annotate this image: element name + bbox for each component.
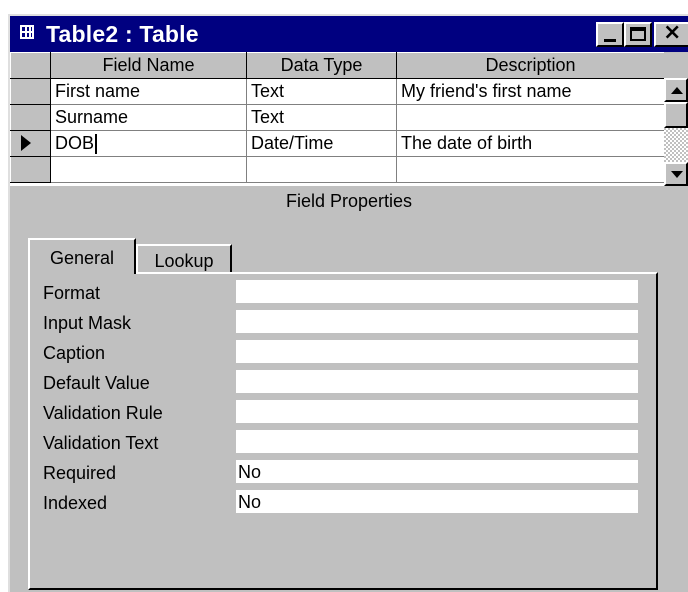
- data-type-cell[interactable]: Text: [246, 104, 397, 131]
- caption-field[interactable]: [236, 340, 638, 364]
- vertical-scrollbar[interactable]: [664, 52, 688, 186]
- required-field[interactable]: No: [236, 460, 638, 484]
- scroll-thumb[interactable]: [664, 102, 688, 128]
- property-label-validation-text: Validation Text: [43, 433, 159, 453]
- field-properties-title: Field Properties: [285, 191, 413, 211]
- tab-lookup[interactable]: Lookup: [136, 244, 232, 274]
- indexed-field[interactable]: No: [236, 490, 638, 514]
- input-mask-field[interactable]: [236, 310, 638, 334]
- field-name-text: DOB: [55, 132, 95, 153]
- validation-text-field[interactable]: [236, 430, 638, 454]
- table-row-new[interactable]: [10, 156, 665, 183]
- table-design-window: Table2 : Table × Field Name Data Type De…: [8, 14, 688, 592]
- description-cell[interactable]: [396, 156, 665, 183]
- field-grid: Field Name Data Type Description First n…: [10, 52, 688, 186]
- field-name-cell[interactable]: DOB: [50, 130, 247, 157]
- property-label-format: Format: [43, 283, 101, 303]
- maximize-icon: [630, 27, 646, 41]
- arrow-up-icon: [671, 87, 683, 94]
- property-label-required: Required: [43, 463, 117, 483]
- close-button[interactable]: ×: [654, 20, 688, 47]
- column-header-data-type[interactable]: Data Type: [246, 52, 397, 79]
- minimize-button[interactable]: [596, 22, 624, 47]
- scroll-down-button[interactable]: [664, 162, 688, 186]
- description-cell[interactable]: [396, 104, 665, 131]
- column-header-field-name[interactable]: Field Name: [50, 52, 247, 79]
- row-selector[interactable]: [10, 104, 51, 131]
- format-field[interactable]: [236, 280, 638, 304]
- minimize-icon: [604, 39, 616, 42]
- window-title: Table2 : Table: [46, 21, 199, 47]
- row-selector[interactable]: [10, 130, 51, 157]
- table-row-current[interactable]: DOB Date/Time The date of birth: [10, 130, 665, 157]
- select-all-corner[interactable]: [10, 52, 51, 79]
- data-type-cell[interactable]: Text: [246, 78, 397, 105]
- scroll-up-button[interactable]: [664, 78, 688, 102]
- property-label-indexed: Indexed: [43, 493, 108, 513]
- title-bar[interactable]: Table2 : Table ×: [10, 16, 688, 52]
- validation-rule-field[interactable]: [236, 400, 638, 424]
- arrow-down-icon: [671, 171, 683, 178]
- default-value-field[interactable]: [236, 370, 638, 394]
- table-row[interactable]: First name Text My friend's first name: [10, 78, 665, 105]
- property-label-caption: Caption: [43, 343, 106, 363]
- row-selector[interactable]: [10, 156, 51, 183]
- fields-table: Field Name Data Type Description First n…: [10, 52, 665, 183]
- maximize-button[interactable]: [624, 22, 652, 47]
- text-caret: [95, 134, 98, 155]
- field-name-cell[interactable]: Surname: [50, 104, 247, 131]
- description-cell[interactable]: My friend's first name: [396, 78, 665, 105]
- close-icon: ×: [663, 20, 682, 45]
- property-label-default-value: Default Value: [43, 373, 150, 393]
- row-selector[interactable]: [10, 78, 51, 105]
- current-row-arrow-icon: [21, 135, 31, 151]
- data-type-cell[interactable]: Date/Time: [246, 130, 397, 157]
- table-row[interactable]: Surname Text: [10, 104, 665, 131]
- scroll-track[interactable]: [664, 128, 688, 162]
- grid-header-row: Field Name Data Type Description: [10, 52, 665, 79]
- property-label-validation-rule: Validation Rule: [43, 403, 163, 423]
- table-icon: [20, 25, 34, 39]
- tab-general[interactable]: General: [28, 238, 136, 274]
- field-name-cell[interactable]: First name: [50, 78, 247, 105]
- column-header-description[interactable]: Description: [396, 52, 665, 79]
- property-label-input-mask: Input Mask: [43, 313, 132, 333]
- field-name-cell[interactable]: [50, 156, 247, 183]
- description-cell[interactable]: The date of birth: [396, 130, 665, 157]
- data-type-cell[interactable]: [246, 156, 397, 183]
